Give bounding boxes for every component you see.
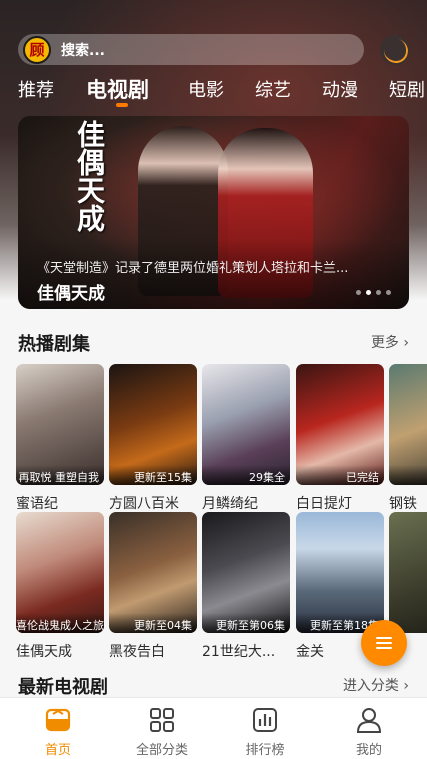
nav-label-categories: 全部分类 [135, 743, 188, 758]
poster-badge: 更新至第06集 [202, 613, 290, 633]
tab-short-drama[interactable]: 短剧 [389, 76, 425, 102]
show-card[interactable]: 29集全 月鳞绮纪 [202, 364, 290, 513]
show-card[interactable]: 已完结 白日提灯 [296, 364, 384, 513]
card-title: 佳偶天成 [16, 644, 72, 660]
pagination-dot[interactable] [386, 290, 391, 295]
show-card[interactable]: 再取悦 重塑自我 蜜语纪 [16, 364, 104, 513]
menu-line-icon [376, 647, 392, 649]
nav-home[interactable]: 首页 [8, 698, 108, 759]
dark-mode-toggle-icon[interactable] [380, 35, 410, 65]
card-title: 白日提灯 [296, 496, 352, 512]
bottom-navigation: 首页 全部分类 排行榜 我的 [0, 697, 427, 759]
search-bar[interactable]: 顾 搜索... [18, 34, 364, 65]
app-logo: 顾 [23, 35, 51, 64]
poster: 更新至第18集 [296, 512, 384, 633]
banner-logo-calligraphy: 佳偶天成 [73, 120, 106, 232]
card-title: 黑夜告白 [109, 644, 165, 660]
poster: 29集全 [202, 364, 290, 485]
section-title-hot: 热播剧集 [18, 334, 90, 355]
card-title: 21世纪大... [202, 644, 276, 660]
show-card[interactable]: 喜伦战鬼成人之旅 佳偶天成 [16, 512, 104, 661]
poster-badge: 已完结 [296, 465, 384, 485]
user-icon [356, 708, 382, 733]
show-card[interactable]: 更新至04集 黑夜告白 [109, 512, 197, 661]
tab-anime[interactable]: 动漫 [322, 76, 358, 102]
banner-description: 《天堂制造》记录了德里两位婚礼策划人塔拉和卡兰... [37, 261, 349, 276]
nav-label-ranking: 排行榜 [245, 743, 285, 758]
poster-badge: 喜伦战鬼成人之旅 [16, 613, 104, 633]
nav-label-home: 首页 [44, 743, 71, 758]
card-title: 钢铁 [389, 496, 417, 512]
poster: 喜伦战鬼成人之旅 [16, 512, 104, 633]
pagination-dot[interactable] [376, 290, 381, 295]
menu-line-icon [376, 637, 392, 639]
menu-line-icon [376, 642, 392, 644]
tab-movies[interactable]: 电影 [188, 76, 224, 102]
banner-title: 佳偶天成 [37, 284, 105, 304]
tab-recommend[interactable]: 推荐 [18, 76, 54, 102]
show-card[interactable]: 更新至15集 方圆八百米 [109, 364, 197, 513]
more-link-hot[interactable]: 更多 › [371, 332, 409, 352]
menu-fab-button[interactable] [361, 620, 407, 666]
category-tabs: 推荐 电视剧 电影 综艺 动漫 短剧 [0, 76, 427, 108]
grid-icon [150, 708, 174, 732]
nav-profile[interactable]: 我的 [319, 698, 419, 759]
card-title: 月鳞绮纪 [202, 496, 258, 512]
poster: 更新至04集 [109, 512, 197, 633]
section-title-latest: 最新电视剧 [18, 677, 108, 698]
card-title: 方圆八百米 [109, 496, 179, 512]
poster: 更新至15集 [109, 364, 197, 485]
poster: 重陷 [389, 364, 427, 485]
show-card[interactable]: 更新至第06集 21世纪大... [202, 512, 290, 661]
nav-ranking[interactable]: 排行榜 [215, 698, 315, 759]
nav-categories[interactable]: 全部分类 [112, 698, 212, 759]
featured-banner[interactable]: 佳偶天成 《天堂制造》记录了德里两位婚礼策划人塔拉和卡兰... 佳偶天成 [18, 116, 409, 309]
pagination-dot-active[interactable] [366, 290, 371, 295]
pagination-dot[interactable] [356, 290, 361, 295]
nav-label-profile: 我的 [355, 743, 382, 758]
more-link-latest[interactable]: 进入分类 › [343, 675, 409, 695]
card-title: 蜜语纪 [16, 496, 58, 512]
poster-badge: 29集全 [202, 465, 290, 485]
home-icon [45, 708, 71, 732]
poster: 更新至第06集 [202, 512, 290, 633]
poster-badge: 更新至04集 [109, 613, 197, 633]
poster: 再取悦 重塑自我 [16, 364, 104, 485]
tab-tv-series[interactable]: 电视剧 [86, 74, 149, 104]
banner-pagination [356, 290, 391, 295]
poster-badge: 再取悦 重塑自我 [16, 465, 104, 485]
poster-badge: 重陷 [389, 465, 427, 485]
show-card[interactable] [389, 512, 427, 633]
tab-variety[interactable]: 综艺 [255, 76, 291, 102]
poster-badge: 更新至15集 [109, 465, 197, 485]
active-tab-indicator [116, 103, 128, 107]
chart-icon [253, 708, 277, 732]
show-card[interactable]: 重陷 钢铁 [389, 364, 427, 513]
poster: 已完结 [296, 364, 384, 485]
poster [389, 512, 427, 633]
search-placeholder: 搜索... [61, 42, 105, 59]
